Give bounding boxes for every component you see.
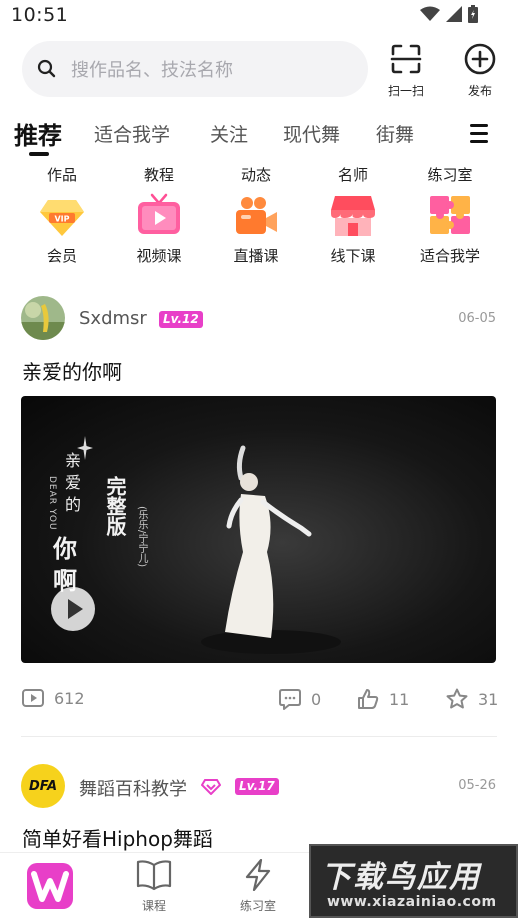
post-title[interactable]: 简单好看Hiphop舞蹈 — [22, 823, 213, 852]
category-label: 直播课 — [233, 247, 279, 265]
tab-follow[interactable]: 关注 — [210, 120, 248, 147]
puzzle-icon — [430, 196, 470, 234]
post-stats: 612 0 11 31 — [0, 688, 518, 714]
vip-diamond-icon: VIP — [40, 200, 84, 236]
post-title[interactable]: 亲爱的你啊 — [22, 356, 122, 385]
category-suitable[interactable]: 适合我学 — [405, 192, 495, 266]
star-icon — [446, 688, 468, 709]
wifi-icon — [420, 6, 440, 26]
site-watermark: 下载鸟应用 www.xiazainiao.com — [309, 844, 518, 918]
menu-icon[interactable] — [470, 124, 488, 148]
status-icons — [420, 5, 478, 27]
scan-icon — [389, 44, 423, 80]
tab-modern-dance[interactable]: 现代舞 — [283, 120, 340, 147]
watermark-title: 下载鸟应用 — [321, 860, 481, 895]
category-tabs: 推荐 适合我学 关注 现代舞 街舞 — [0, 114, 518, 158]
video-char: 亲 — [65, 451, 82, 470]
views-count: 612 — [54, 688, 85, 708]
battery-icon — [468, 5, 478, 27]
subnav-updates[interactable]: 动态 — [216, 164, 296, 185]
views-stat: 612 — [22, 688, 85, 708]
category-label: 线下课 — [330, 247, 376, 265]
nav-courses-label: 课程 — [141, 899, 166, 913]
plus-circle-icon — [463, 43, 497, 80]
play-button[interactable] — [51, 587, 95, 631]
category-video-course[interactable]: 视频课 — [114, 192, 204, 266]
video-char: 的 — [65, 495, 82, 514]
scan-label: 扫一扫 — [387, 84, 424, 98]
subnav-tutorials[interactable]: 教程 — [119, 164, 199, 185]
search-input[interactable]: 搜作品名、技法名称 — [22, 41, 368, 97]
nav-practice-label: 练习室 — [239, 899, 276, 913]
storefront-icon — [331, 196, 375, 236]
nav-courses[interactable]: 课程 — [124, 859, 184, 914]
comments-count: 0 — [311, 689, 322, 709]
subnav-teachers[interactable]: 名师 — [313, 164, 393, 185]
book-icon — [136, 860, 172, 891]
category-shortcuts: VIP 会员 视频课 直播课 线下课 适合我学 — [0, 192, 518, 272]
publish-label: 发布 — [467, 84, 492, 98]
favorite-button[interactable]: 31 — [446, 688, 498, 710]
tv-play-icon — [138, 193, 180, 234]
tab-suitable[interactable]: 适合我学 — [94, 120, 170, 147]
level-badge: Lv.17 — [235, 778, 279, 795]
level-badge: Lv.12 — [159, 311, 203, 328]
like-button[interactable]: 11 — [357, 688, 409, 710]
video-subtitle: DEAR YOU — [47, 476, 57, 531]
video-vertical-title: 亲 爱 的 — [65, 450, 87, 516]
play-count-icon — [22, 689, 44, 707]
thumbs-up-icon — [358, 689, 379, 709]
status-bar: 10:51 — [0, 0, 518, 30]
dancer-figure — [201, 445, 341, 654]
subnav-works[interactable]: 作品 — [22, 164, 102, 185]
signal-icon — [446, 6, 462, 26]
avatar[interactable]: DFA — [21, 764, 65, 808]
status-time: 10:51 — [11, 4, 69, 26]
subnav-practice-room[interactable]: 练习室 — [410, 164, 490, 185]
category-offline-course[interactable]: 线下课 — [308, 192, 398, 266]
category-live-course[interactable]: 直播课 — [211, 192, 301, 266]
camera-live-icon — [236, 197, 277, 234]
video-tag: 完整版 — [103, 476, 127, 536]
watermark-url: www.xiazainiao.com — [327, 894, 497, 910]
publish-button[interactable]: 发布 — [456, 42, 504, 99]
tab-recommend[interactable]: 推荐 — [14, 116, 62, 151]
post-date: 05-26 — [458, 778, 496, 793]
nav-practice-room[interactable]: 练习室 — [228, 858, 288, 914]
favorites-count: 31 — [478, 689, 499, 709]
svg-text:VIP: VIP — [54, 215, 69, 224]
app-logo-icon — [27, 863, 73, 909]
category-vip[interactable]: VIP 会员 — [17, 192, 107, 266]
video-credit: (乐乐/宁宁儿) — [136, 506, 147, 568]
username[interactable]: Sxdmsr — [79, 308, 147, 329]
video-char: 爱 — [65, 473, 82, 492]
post-divider — [21, 736, 497, 737]
avatar[interactable] — [21, 296, 65, 340]
nav-home[interactable] — [21, 861, 81, 915]
category-label: 会员 — [46, 247, 77, 265]
video-char: 你 — [53, 534, 77, 563]
avatar-logo-text: DFA — [28, 778, 58, 794]
likes-count: 11 — [389, 689, 410, 709]
comment-icon — [279, 689, 301, 710]
verified-diamond-icon — [201, 779, 221, 795]
search-icon — [37, 59, 57, 79]
search-placeholder: 搜作品名、技法名称 — [71, 60, 233, 81]
tab-street-dance[interactable]: 街舞 — [376, 120, 414, 147]
category-label: 适合我学 — [419, 247, 480, 265]
lightning-icon — [245, 858, 271, 892]
comment-button[interactable]: 0 — [279, 688, 321, 710]
post-date: 06-05 — [458, 311, 496, 326]
category-label: 视频课 — [136, 247, 182, 265]
active-tab-indicator — [29, 152, 49, 156]
video-thumbnail[interactable]: 亲 爱 的 你 啊 DEAR YOU 完整版 (乐乐/宁宁儿) — [21, 396, 496, 663]
username[interactable]: 舞蹈百科教学 — [79, 775, 187, 801]
scan-button[interactable]: 扫一扫 — [382, 42, 430, 99]
sub-navigation: 作品 教程 动态 名师 练习室 — [0, 164, 518, 186]
